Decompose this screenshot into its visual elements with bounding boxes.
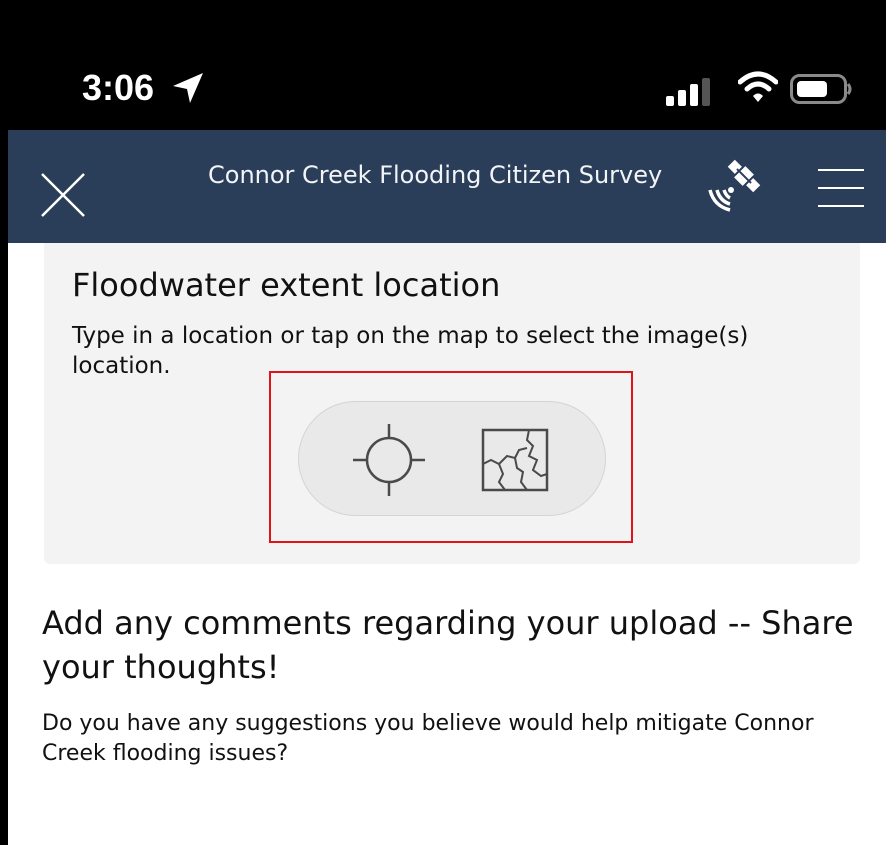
comments-question-title: Add any comments regarding your upload -…	[42, 604, 854, 686]
cellular-signal-icon	[666, 78, 710, 106]
close-icon[interactable]	[38, 170, 88, 220]
map-icon[interactable]	[477, 424, 553, 496]
comments-question-hint: Do you have any suggestions you believe …	[42, 711, 814, 766]
question-floodwater-location: Floodwater extent location Type in a loc…	[44, 243, 860, 564]
app-frame: 3:06 Connor Creek Flooding Citizen Surve…	[8, 8, 886, 845]
status-bar: 3:06	[8, 8, 886, 130]
battery-icon	[790, 74, 852, 104]
geopoint-controls	[298, 401, 606, 516]
survey-content: Floodwater extent location Type in a loc…	[8, 243, 886, 845]
survey-title: Connor Creek Flooding Citizen Survey	[208, 161, 663, 189]
hamburger-menu-icon[interactable]	[816, 166, 866, 210]
question-title: Floodwater extent location	[72, 266, 501, 304]
app-header: Connor Creek Flooding Citizen Survey	[8, 130, 886, 243]
crosshair-locate-icon[interactable]	[349, 420, 429, 500]
gps-satellite-icon[interactable]	[704, 154, 768, 216]
wifi-icon	[738, 71, 778, 102]
status-time: 3:06	[82, 67, 155, 108]
location-arrow-icon	[173, 73, 203, 103]
